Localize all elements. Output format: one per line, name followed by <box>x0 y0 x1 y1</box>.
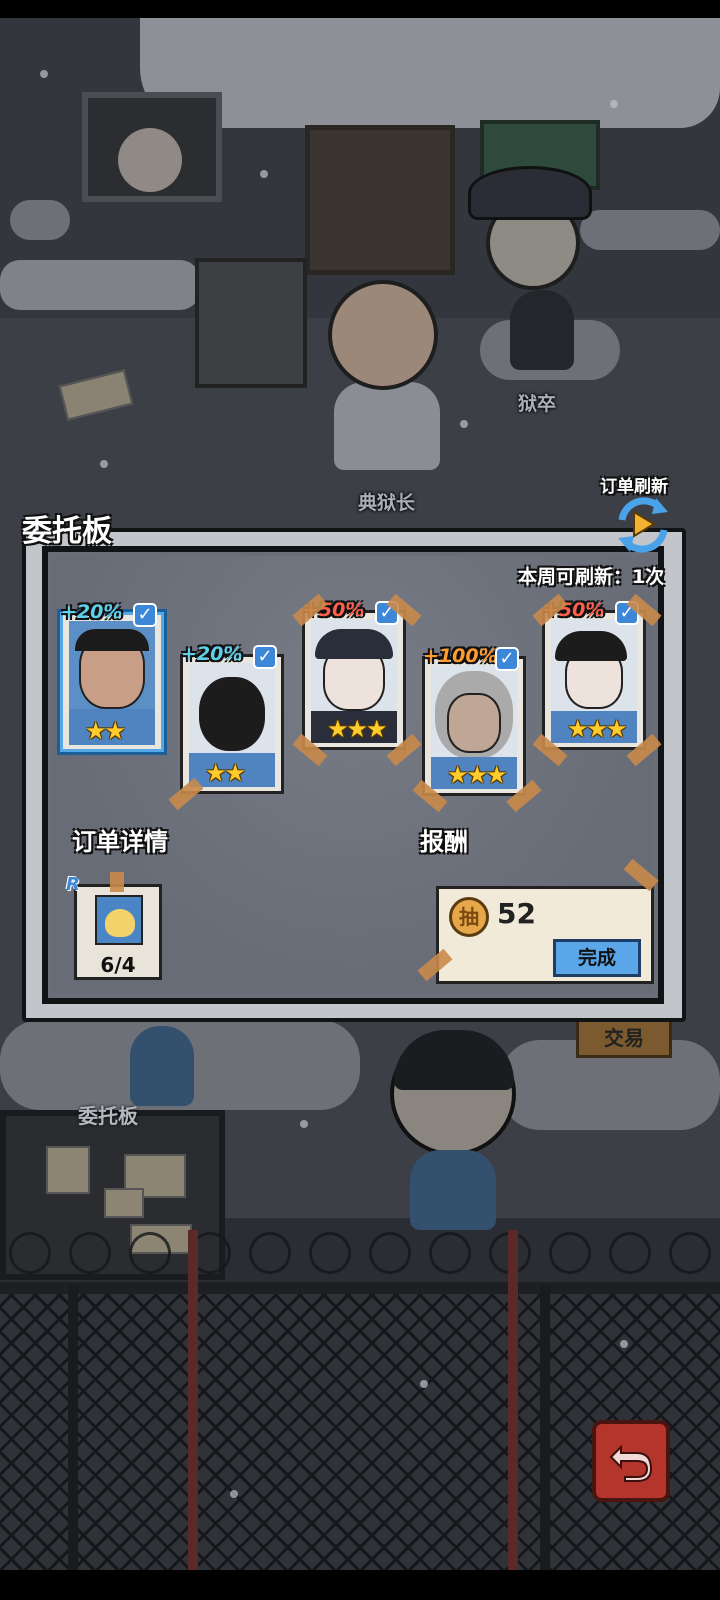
supply-cart[interactable] <box>195 258 307 388</box>
star-rating: ★★★ <box>327 715 388 743</box>
bench-snow <box>0 260 200 310</box>
prisoner-body <box>410 1150 496 1230</box>
rarity-badge: R <box>66 874 80 895</box>
order-card-4[interactable]: +100% ✓ ★★★ <box>412 645 542 813</box>
checkbox-checked-icon[interactable]: ✓ <box>495 647 519 671</box>
snowflake <box>230 1490 238 1498</box>
barbed-wire <box>0 1225 720 1280</box>
board-note <box>46 1146 90 1194</box>
checkbox-checked-icon[interactable]: ✓ <box>133 603 157 627</box>
order-card-3[interactable]: +50% ✓ ★★★ <box>292 593 422 767</box>
dialog-title: 委托板 <box>22 514 112 549</box>
card-bonus: +20% <box>61 601 123 623</box>
red-pole <box>508 1230 518 1570</box>
order-card-5[interactable]: +50% ✓ ★★★ <box>532 593 662 767</box>
comic-book-icon <box>95 895 143 945</box>
fence-post <box>540 1285 550 1570</box>
snowflake <box>300 1120 308 1128</box>
reward-amount: 52 <box>497 897 536 930</box>
snowflake <box>460 420 468 428</box>
snow-patch <box>580 210 720 250</box>
navigation-bar <box>0 1570 720 1600</box>
board-note <box>104 1188 144 1218</box>
status-bar <box>0 0 720 18</box>
fence-post <box>68 1285 78 1570</box>
star-rating: ★★ <box>85 717 126 745</box>
star-rating: ★★★ <box>447 761 508 789</box>
fence-rail <box>0 1282 720 1294</box>
card-bonus: +100% <box>423 645 498 667</box>
tape <box>110 872 124 892</box>
star-rating: ★★★ <box>567 715 628 743</box>
complete-button[interactable]: 完成 <box>553 939 641 977</box>
weekly-refresh-count: 本周可刷新：1次 <box>518 566 665 588</box>
building-door <box>305 125 455 275</box>
guard-body <box>510 290 574 370</box>
reward-label: 报酬 <box>420 828 468 856</box>
return-arrow-icon <box>609 1444 653 1482</box>
roof-snow <box>140 18 720 128</box>
snowflake <box>100 460 108 468</box>
order-item-count: 6/4 <box>100 953 136 977</box>
girl-npc[interactable] <box>118 128 182 192</box>
reward-card: 抽 52 完成 <box>436 886 654 984</box>
order-card-2[interactable]: +20% ✓ ★★ <box>168 643 284 811</box>
red-pole <box>188 1230 198 1570</box>
checkbox-checked-icon[interactable]: ✓ <box>253 645 277 669</box>
snowflake <box>620 1340 628 1348</box>
board-label: 委托板 <box>78 1104 138 1128</box>
snow-patch <box>10 200 70 240</box>
order-details-label: 订单详情 <box>72 828 168 856</box>
warden-body <box>334 382 440 470</box>
warden-npc[interactable] <box>328 280 438 390</box>
order-item-card[interactable]: 6/4 <box>74 884 162 980</box>
back-button[interactable] <box>592 1420 670 1502</box>
trade-sign[interactable]: 交易 <box>576 1018 672 1058</box>
snowflake <box>420 1380 428 1388</box>
star-rating: ★★ <box>205 759 246 787</box>
warden-label: 典狱长 <box>358 492 416 514</box>
prisoner-legs <box>130 1026 194 1106</box>
card-bonus: +20% <box>181 643 243 665</box>
snowflake <box>610 100 618 108</box>
refresh-cycle-icon <box>618 497 668 553</box>
refresh-orders-button[interactable] <box>612 494 674 556</box>
coin-icon: 抽 <box>449 897 489 937</box>
guard-hat <box>468 166 592 220</box>
snowflake <box>40 70 48 78</box>
snowflake <box>260 170 268 178</box>
order-card-1[interactable]: +20% ✓ ★★ <box>60 601 164 752</box>
guard-label: 狱卒 <box>518 393 557 415</box>
